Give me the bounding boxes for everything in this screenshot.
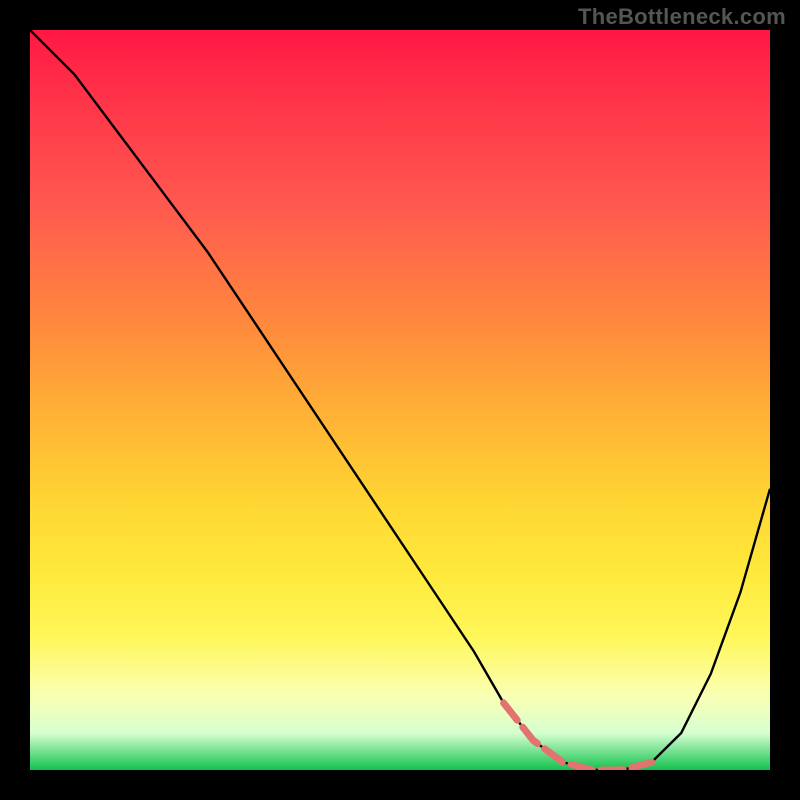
plot-area (30, 30, 770, 770)
chart-stage: TheBottleneck.com (0, 0, 800, 800)
bottleneck-curve (30, 30, 770, 770)
curve-layer (30, 30, 770, 770)
sweet-spot-marker (504, 703, 652, 770)
watermark-text: TheBottleneck.com (578, 4, 786, 30)
